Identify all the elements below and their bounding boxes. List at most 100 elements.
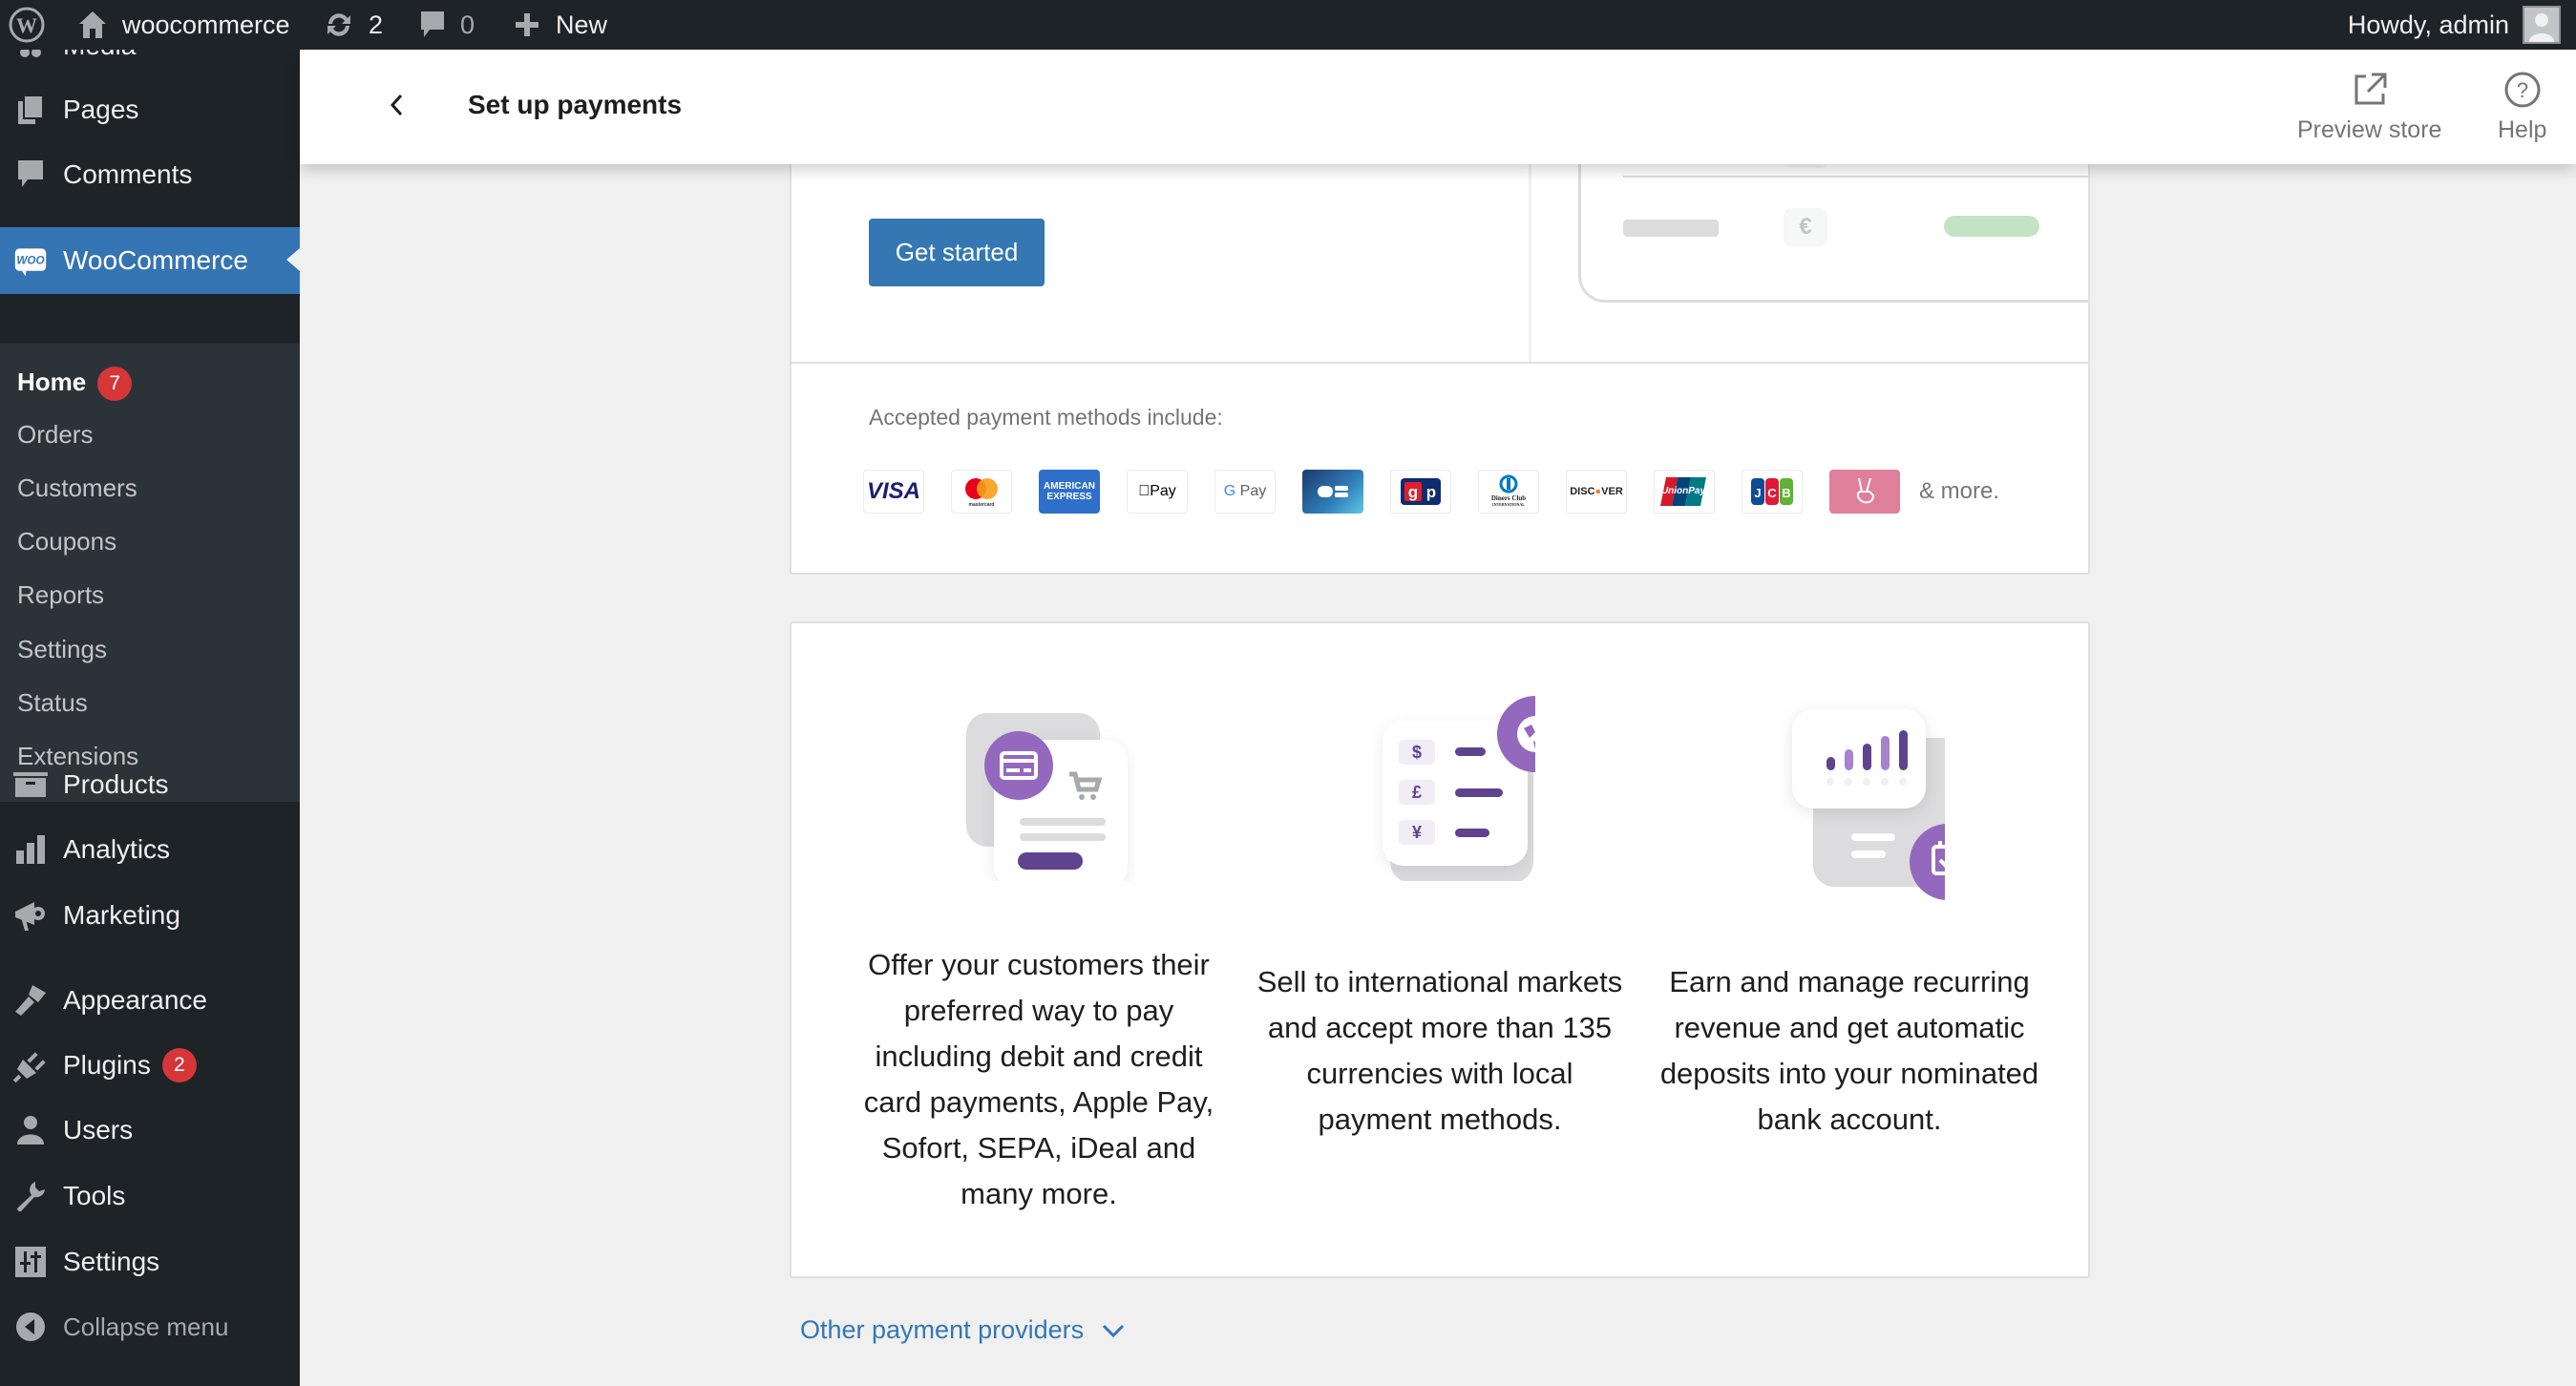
avatar (2523, 6, 2561, 44)
accepted-methods-label: Accepted payment methods include: (869, 405, 1223, 430)
admin-bar: W woocommerce 2 0 New Howdy, admin (0, 0, 2576, 50)
other-payment-providers-toggle[interactable]: Other payment providers (800, 1315, 1126, 1345)
notification-badge: 2 (161, 1048, 197, 1082)
submenu-item-home[interactable]: Home 7 (17, 367, 133, 401)
international-currencies-illustration: $ £ ¥ (1344, 690, 1573, 883)
svg-text:p: p (1426, 483, 1436, 501)
users-icon (13, 1113, 48, 1147)
payment-methods-list: VISA mastercard AMERICANEXPRESS Pay G P… (863, 470, 1999, 514)
giropay-logo: gp (1390, 470, 1451, 514)
other-providers-label: Other payment providers (800, 1315, 1085, 1344)
sidebar-item-label: Analytics (63, 834, 171, 864)
comments-icon (13, 158, 48, 192)
page-header: Set up payments Preview store ? Help (300, 50, 2576, 164)
sidebar-item-label: Pages (63, 94, 139, 124)
my-account-link[interactable]: Howdy, admin (2348, 0, 2561, 50)
placeholder-bar (1623, 220, 1719, 237)
amex-logo: AMERICAN EXPRESS (1039, 470, 1100, 514)
back-button[interactable] (378, 88, 416, 126)
updates-link[interactable]: 2 (323, 0, 383, 50)
sidebar-item-label: Users (63, 1115, 134, 1144)
submenu-item-coupons[interactable]: Coupons (17, 527, 116, 556)
collapse-menu-button[interactable]: Collapse menu (0, 1294, 300, 1359)
pages-icon (13, 93, 48, 127)
collapse-label: Collapse menu (63, 1312, 229, 1341)
wordpress-logo-button[interactable]: W (8, 0, 46, 50)
svg-text:INTERNATIONAL: INTERNATIONAL (1492, 502, 1525, 507)
wordpress-logo-icon: W (8, 6, 46, 44)
unionpay-logo: UnionPay (1654, 470, 1715, 514)
help-label: Help (2498, 116, 2547, 143)
diners-club-logo: Diners Club INTERNATIONAL (1478, 470, 1539, 514)
sidebar-item-appearance[interactable]: Appearance (0, 968, 300, 1033)
plugins-icon (13, 1048, 48, 1082)
payment-methods-illustration (943, 690, 1134, 888)
appearance-icon (13, 983, 48, 1018)
svg-text:mastercard: mastercard (969, 502, 995, 508)
sidebar-item-label: Media (63, 50, 136, 61)
sidebar-item-users[interactable]: Users (0, 1098, 300, 1163)
svg-text:Diners Club: Diners Club (1491, 494, 1526, 502)
preview-store-label: Preview store (2297, 116, 2442, 143)
get-started-button[interactable]: Get started (869, 219, 1045, 286)
svg-text:¥: ¥ (1412, 823, 1422, 842)
svg-text:W: W (16, 13, 37, 37)
submenu-item-settings[interactable]: Settings (17, 635, 107, 664)
preview-store-button[interactable]: Preview store (2297, 69, 2441, 144)
sidebar-item-analytics[interactable]: Analytics (0, 817, 300, 882)
svg-text:C: C (1767, 486, 1777, 500)
marketing-icon (13, 898, 48, 933)
sidebar-item-settings[interactable]: Settings (0, 1229, 300, 1294)
comments-link[interactable]: 0 (418, 0, 475, 50)
currency-symbol: € (1784, 208, 1827, 246)
svg-text:£: £ (1412, 783, 1422, 802)
discover-logo: DISC●VER (1566, 470, 1627, 514)
submenu-item-customers[interactable]: Customers (17, 473, 137, 503)
new-label: New (556, 10, 608, 39)
notification-badge: 7 (97, 367, 133, 401)
sidebar-item-products[interactable]: Products (0, 752, 300, 817)
chevron-down-icon (1101, 1322, 1126, 1339)
sidebar-item-woocommerce[interactable]: WOO WooCommerce (0, 227, 300, 294)
sidebar-item-label: Comments (63, 159, 193, 189)
sidebar-item-tools[interactable]: Tools (0, 1164, 300, 1228)
greeting: Howdy, admin (2347, 10, 2509, 39)
sidebar-item-label: Plugins (63, 1050, 151, 1080)
media-icon (13, 50, 48, 63)
sidebar-item-label: Products (63, 769, 169, 799)
google-pay-logo: G Pay (1214, 470, 1276, 514)
sidebar-item-plugins[interactable]: Plugins 2 (0, 1033, 300, 1098)
comment-bubble-icon (418, 9, 447, 41)
payments-setup-card: Get started $ € Accepted payment methods… (790, 115, 2090, 575)
svg-text:$: $ (1412, 743, 1422, 762)
illustration-row: € (1623, 202, 2088, 260)
apple-pay-logo: Pay (1127, 470, 1188, 514)
sidebar-item-marketing[interactable]: Marketing (0, 883, 300, 948)
submenu-item-status[interactable]: Status (17, 688, 88, 718)
submenu-item-orders[interactable]: Orders (17, 420, 93, 450)
feature-description: Earn and manage recurring revenue and ge… (1659, 965, 2039, 1136)
submenu-item-reports[interactable]: Reports (17, 580, 104, 610)
products-icon (13, 767, 48, 802)
sidebar-item-pages[interactable]: Pages (0, 77, 300, 142)
sidebar-item-comments[interactable]: Comments (0, 142, 300, 207)
sidebar-item-label: Tools (63, 1181, 126, 1210)
tools-icon (13, 1179, 48, 1213)
sidebar-item-media[interactable]: Media (0, 50, 300, 78)
analytics-icon (13, 832, 48, 867)
svg-text:UnionPay: UnionPay (1661, 486, 1706, 496)
visa-logo: VISA (863, 470, 924, 514)
feature-description: Sell to international markets and accept… (1256, 965, 1623, 1136)
svg-text:WOO: WOO (16, 255, 44, 267)
woocommerce-submenu: Home 7 Orders Customers Coupons Reports S… (0, 344, 300, 802)
updates-icon (323, 9, 355, 41)
jcb-logo: JCB (1742, 470, 1803, 514)
cartes-bancaires-logo (1302, 470, 1363, 514)
collapse-arrow-icon (13, 1310, 48, 1344)
new-content-link[interactable]: New (514, 0, 607, 50)
site-name-link[interactable]: woocommerce (76, 0, 290, 50)
svg-text:B: B (1782, 486, 1790, 500)
section-divider (792, 362, 2088, 364)
sidebar-item-label: Settings (63, 1247, 160, 1276)
help-button[interactable]: ? Help (2498, 69, 2546, 144)
